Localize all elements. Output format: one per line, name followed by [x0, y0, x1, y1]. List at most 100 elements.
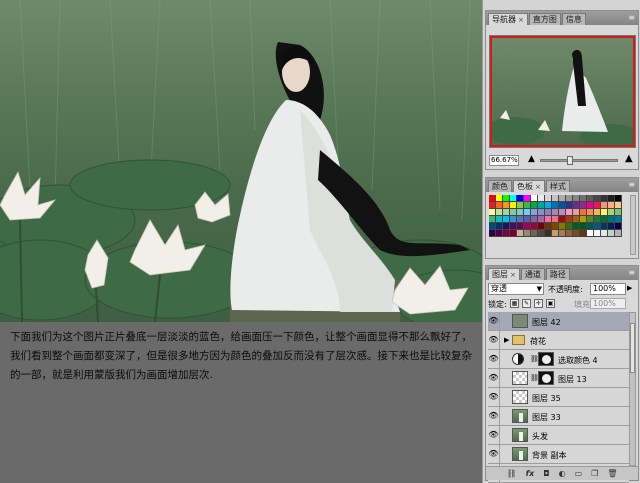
- color-swatch[interactable]: [510, 216, 517, 223]
- layer-row[interactable]: 👁 图层 35: [488, 388, 629, 407]
- layers-scrollbar[interactable]: [629, 312, 636, 466]
- color-swatch[interactable]: [503, 202, 510, 209]
- color-swatch[interactable]: [566, 202, 573, 209]
- color-swatch[interactable]: [545, 223, 552, 230]
- zoom-slider-handle[interactable]: [567, 156, 573, 165]
- color-swatch[interactable]: [524, 223, 531, 230]
- color-swatch[interactable]: [496, 209, 503, 216]
- color-swatch[interactable]: [545, 202, 552, 209]
- trash-icon[interactable]: 🗑: [607, 469, 617, 478]
- tab-swatches[interactable]: 色板 ×: [513, 180, 545, 192]
- color-swatch[interactable]: [587, 230, 594, 237]
- color-swatch[interactable]: [566, 195, 573, 202]
- color-swatch[interactable]: [538, 195, 545, 202]
- mask-icon[interactable]: ◘: [543, 469, 549, 478]
- tab-layers[interactable]: 图层 ×: [488, 268, 520, 280]
- color-swatch[interactable]: [531, 195, 538, 202]
- scrollbar-thumb[interactable]: [630, 323, 635, 373]
- lock-all-icon[interactable]: ▣: [546, 299, 555, 308]
- color-swatch[interactable]: [503, 216, 510, 223]
- layer-row[interactable]: 👁 图层 42: [488, 312, 629, 331]
- color-swatch[interactable]: [496, 202, 503, 209]
- color-swatch[interactable]: [552, 195, 559, 202]
- color-swatch[interactable]: [503, 230, 510, 237]
- panel-menu-icon[interactable]: ≡: [628, 268, 635, 278]
- tab-navigator[interactable]: 导航器 ×: [488, 13, 528, 25]
- color-swatch[interactable]: [615, 202, 622, 209]
- document-canvas[interactable]: [0, 0, 482, 322]
- zoom-in-icon[interactable]: ▲: [625, 153, 633, 164]
- color-swatch[interactable]: [608, 230, 615, 237]
- layer-mask-thumbnail[interactable]: [538, 371, 554, 385]
- color-swatch[interactable]: [615, 230, 622, 237]
- color-swatch[interactable]: [524, 216, 531, 223]
- color-swatch[interactable]: [517, 230, 524, 237]
- eye-icon[interactable]: 👁: [488, 369, 500, 387]
- color-swatch[interactable]: [587, 216, 594, 223]
- close-icon[interactable]: ×: [535, 183, 541, 191]
- color-swatch[interactable]: [573, 230, 580, 237]
- color-swatch[interactable]: [524, 209, 531, 216]
- expand-triangle-icon[interactable]: ▶: [504, 336, 509, 344]
- color-swatch[interactable]: [510, 202, 517, 209]
- eye-icon[interactable]: 👁: [488, 426, 500, 444]
- color-swatch[interactable]: [594, 223, 601, 230]
- color-swatch[interactable]: [559, 209, 566, 216]
- eye-icon[interactable]: 👁: [488, 331, 500, 349]
- layer-row[interactable]: 👁 头发: [488, 426, 629, 445]
- color-swatch[interactable]: [559, 223, 566, 230]
- color-swatch[interactable]: [580, 216, 587, 223]
- color-swatch[interactable]: [601, 202, 608, 209]
- close-icon[interactable]: ×: [510, 271, 516, 279]
- color-swatch[interactable]: [496, 195, 503, 202]
- color-swatch[interactable]: [503, 209, 510, 216]
- color-swatch[interactable]: [531, 209, 538, 216]
- color-swatch[interactable]: [503, 223, 510, 230]
- color-swatch[interactable]: [496, 216, 503, 223]
- color-swatch[interactable]: [566, 223, 573, 230]
- color-swatch[interactable]: [524, 230, 531, 237]
- color-swatch[interactable]: [489, 223, 496, 230]
- color-swatch[interactable]: [573, 216, 580, 223]
- color-swatch[interactable]: [566, 216, 573, 223]
- color-swatch[interactable]: [608, 216, 615, 223]
- color-swatch[interactable]: [545, 216, 552, 223]
- color-swatch[interactable]: [538, 209, 545, 216]
- color-swatch[interactable]: [538, 202, 545, 209]
- color-swatch[interactable]: [545, 195, 552, 202]
- color-swatch[interactable]: [489, 195, 496, 202]
- link-icon[interactable]: ⛓: [507, 469, 517, 478]
- color-swatch[interactable]: [517, 202, 524, 209]
- color-swatch[interactable]: [580, 223, 587, 230]
- color-swatch[interactable]: [510, 230, 517, 237]
- layer-row[interactable]: 👁 ⛓ 选取颜色 4: [488, 350, 629, 369]
- color-swatch[interactable]: [552, 209, 559, 216]
- blend-mode-select[interactable]: 穿透 ▼: [488, 283, 544, 295]
- color-swatch[interactable]: [587, 195, 594, 202]
- color-swatch[interactable]: [531, 216, 538, 223]
- color-swatch[interactable]: [545, 230, 552, 237]
- color-swatch[interactable]: [531, 230, 538, 237]
- opacity-arrow-icon[interactable]: ▶: [627, 284, 632, 292]
- color-swatch[interactable]: [594, 230, 601, 237]
- color-swatch[interactable]: [489, 209, 496, 216]
- color-swatch[interactable]: [615, 209, 622, 216]
- color-swatch[interactable]: [573, 223, 580, 230]
- color-swatch[interactable]: [587, 202, 594, 209]
- layer-row[interactable]: 👁 背景 副本: [488, 445, 629, 464]
- eye-icon[interactable]: 👁: [488, 445, 500, 463]
- tab-info[interactable]: 信息: [561, 13, 586, 25]
- color-swatch[interactable]: [489, 202, 496, 209]
- color-swatch[interactable]: [594, 195, 601, 202]
- color-swatch[interactable]: [615, 195, 622, 202]
- tab-histogram[interactable]: 直方图: [528, 13, 561, 25]
- color-swatch[interactable]: [580, 230, 587, 237]
- color-swatch[interactable]: [552, 230, 559, 237]
- color-swatch[interactable]: [538, 223, 545, 230]
- lock-position-icon[interactable]: ✛: [534, 299, 543, 308]
- color-swatch[interactable]: [601, 195, 608, 202]
- color-swatch[interactable]: [531, 223, 538, 230]
- color-swatch[interactable]: [587, 209, 594, 216]
- color-swatch[interactable]: [524, 195, 531, 202]
- color-swatch[interactable]: [594, 209, 601, 216]
